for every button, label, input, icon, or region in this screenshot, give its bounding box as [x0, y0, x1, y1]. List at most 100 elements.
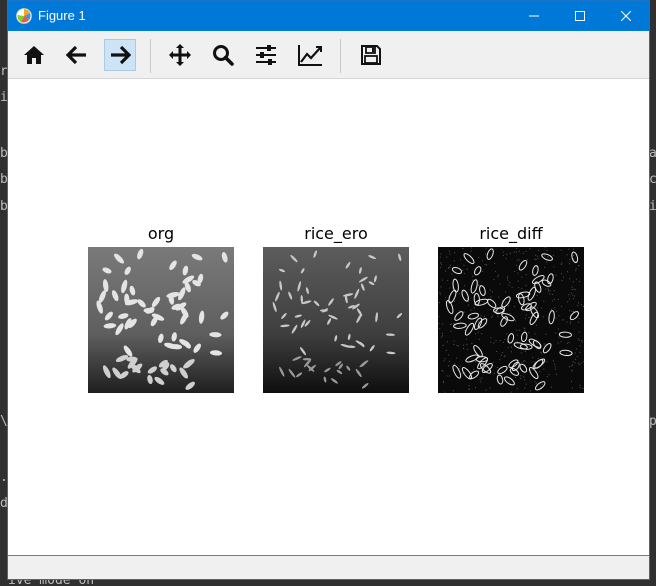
- noise-speck: [571, 387, 573, 389]
- noise-speck: [440, 262, 442, 264]
- minimize-button[interactable]: [511, 1, 557, 31]
- noise-speck: [571, 310, 573, 312]
- noise-speck: [529, 248, 531, 250]
- noise-speck: [480, 381, 482, 383]
- noise-speck: [541, 383, 543, 385]
- window-title: Figure 1: [38, 8, 86, 23]
- noise-speck: [504, 355, 506, 357]
- noise-speck: [523, 376, 525, 378]
- noise-speck: [535, 382, 537, 384]
- maximize-button[interactable]: [557, 1, 603, 31]
- noise-speck: [518, 259, 520, 261]
- pan-button[interactable]: [164, 39, 196, 71]
- noise-speck: [442, 323, 444, 325]
- noise-speck: [574, 362, 576, 364]
- noise-speck: [581, 340, 583, 341]
- noise-speck: [499, 309, 501, 311]
- noise-speck: [502, 341, 504, 343]
- noise-speck: [507, 279, 509, 281]
- noise-speck: [561, 305, 563, 307]
- title-bar[interactable]: Figure 1: [8, 1, 649, 31]
- noise-speck: [573, 255, 574, 256]
- noise-speck: [578, 280, 580, 282]
- noise-speck: [498, 296, 500, 298]
- back-button[interactable]: [61, 39, 93, 71]
- noise-speck: [450, 323, 452, 325]
- noise-speck: [441, 279, 443, 281]
- noise-speck: [524, 351, 526, 352]
- noise-speck: [520, 377, 522, 379]
- noise-speck: [473, 307, 475, 309]
- figure-canvas[interactable]: org rice_ero rice_diff: [8, 79, 649, 555]
- noise-speck: [581, 341, 583, 343]
- noise-speck: [448, 365, 449, 367]
- subplot-image-rice-ero[interactable]: [263, 247, 409, 393]
- noise-speck: [478, 256, 480, 258]
- noise-speck: [461, 373, 463, 375]
- noise-speck: [453, 344, 455, 345]
- noise-speck: [549, 290, 551, 292]
- noise-speck: [484, 264, 486, 266]
- noise-speck: [438, 323, 440, 324]
- noise-speck: [568, 248, 570, 250]
- noise-speck: [448, 354, 450, 356]
- noise-speck: [546, 250, 548, 251]
- noise-speck: [525, 314, 527, 316]
- noise-speck: [469, 317, 471, 319]
- save-button[interactable]: [355, 39, 387, 71]
- noise-speck: [567, 342, 568, 344]
- noise-speck: [457, 345, 459, 347]
- noise-speck: [464, 372, 466, 373]
- noise-speck: [569, 298, 570, 300]
- noise-speck: [454, 300, 455, 302]
- noise-speck: [509, 312, 511, 314]
- noise-speck: [583, 305, 584, 307]
- edit-axis-button[interactable]: [294, 39, 326, 71]
- noise-speck: [520, 352, 522, 354]
- noise-speck: [523, 360, 525, 362]
- noise-speck: [492, 315, 494, 317]
- close-button[interactable]: [603, 1, 649, 31]
- subplot-title-rice-diff: rice_diff: [479, 224, 543, 243]
- noise-speck: [570, 365, 572, 367]
- noise-speck: [471, 343, 473, 344]
- noise-speck: [537, 358, 539, 360]
- noise-speck: [579, 351, 581, 353]
- noise-speck: [511, 346, 512, 348]
- noise-speck: [560, 341, 562, 343]
- noise-speck: [568, 342, 570, 343]
- zoom-button[interactable]: [207, 39, 239, 71]
- configure-subplots-button[interactable]: [250, 39, 282, 71]
- toolbar-separator: [340, 39, 341, 73]
- noise-speck: [516, 334, 518, 336]
- noise-speck: [480, 315, 482, 317]
- noise-speck: [464, 272, 466, 274]
- noise-speck: [576, 348, 577, 350]
- noise-speck: [521, 362, 523, 364]
- forward-button[interactable]: [104, 39, 136, 71]
- noise-speck: [495, 340, 497, 342]
- noise-speck: [470, 309, 472, 311]
- terminal-char: a: [649, 146, 656, 161]
- noise-speck: [447, 280, 449, 281]
- home-button[interactable]: [18, 39, 50, 71]
- noise-speck: [572, 294, 574, 296]
- noise-speck: [571, 370, 573, 372]
- status-bar: [8, 555, 649, 579]
- noise-speck: [542, 316, 544, 318]
- subplot-image-rice-diff[interactable]: [438, 247, 584, 393]
- noise-speck: [489, 289, 491, 291]
- terminal-char: c: [649, 172, 656, 187]
- noise-speck: [468, 389, 470, 390]
- noise-speck: [553, 360, 554, 362]
- noise-speck: [575, 288, 577, 290]
- noise-speck: [485, 247, 487, 249]
- noise-speck: [576, 355, 578, 357]
- noise-speck: [534, 258, 536, 260]
- noise-speck: [524, 318, 526, 319]
- subplot-image-org[interactable]: [88, 247, 234, 393]
- noise-speck: [481, 377, 483, 379]
- noise-speck: [541, 352, 543, 354]
- noise-speck: [541, 307, 543, 309]
- noise-speck: [521, 287, 523, 289]
